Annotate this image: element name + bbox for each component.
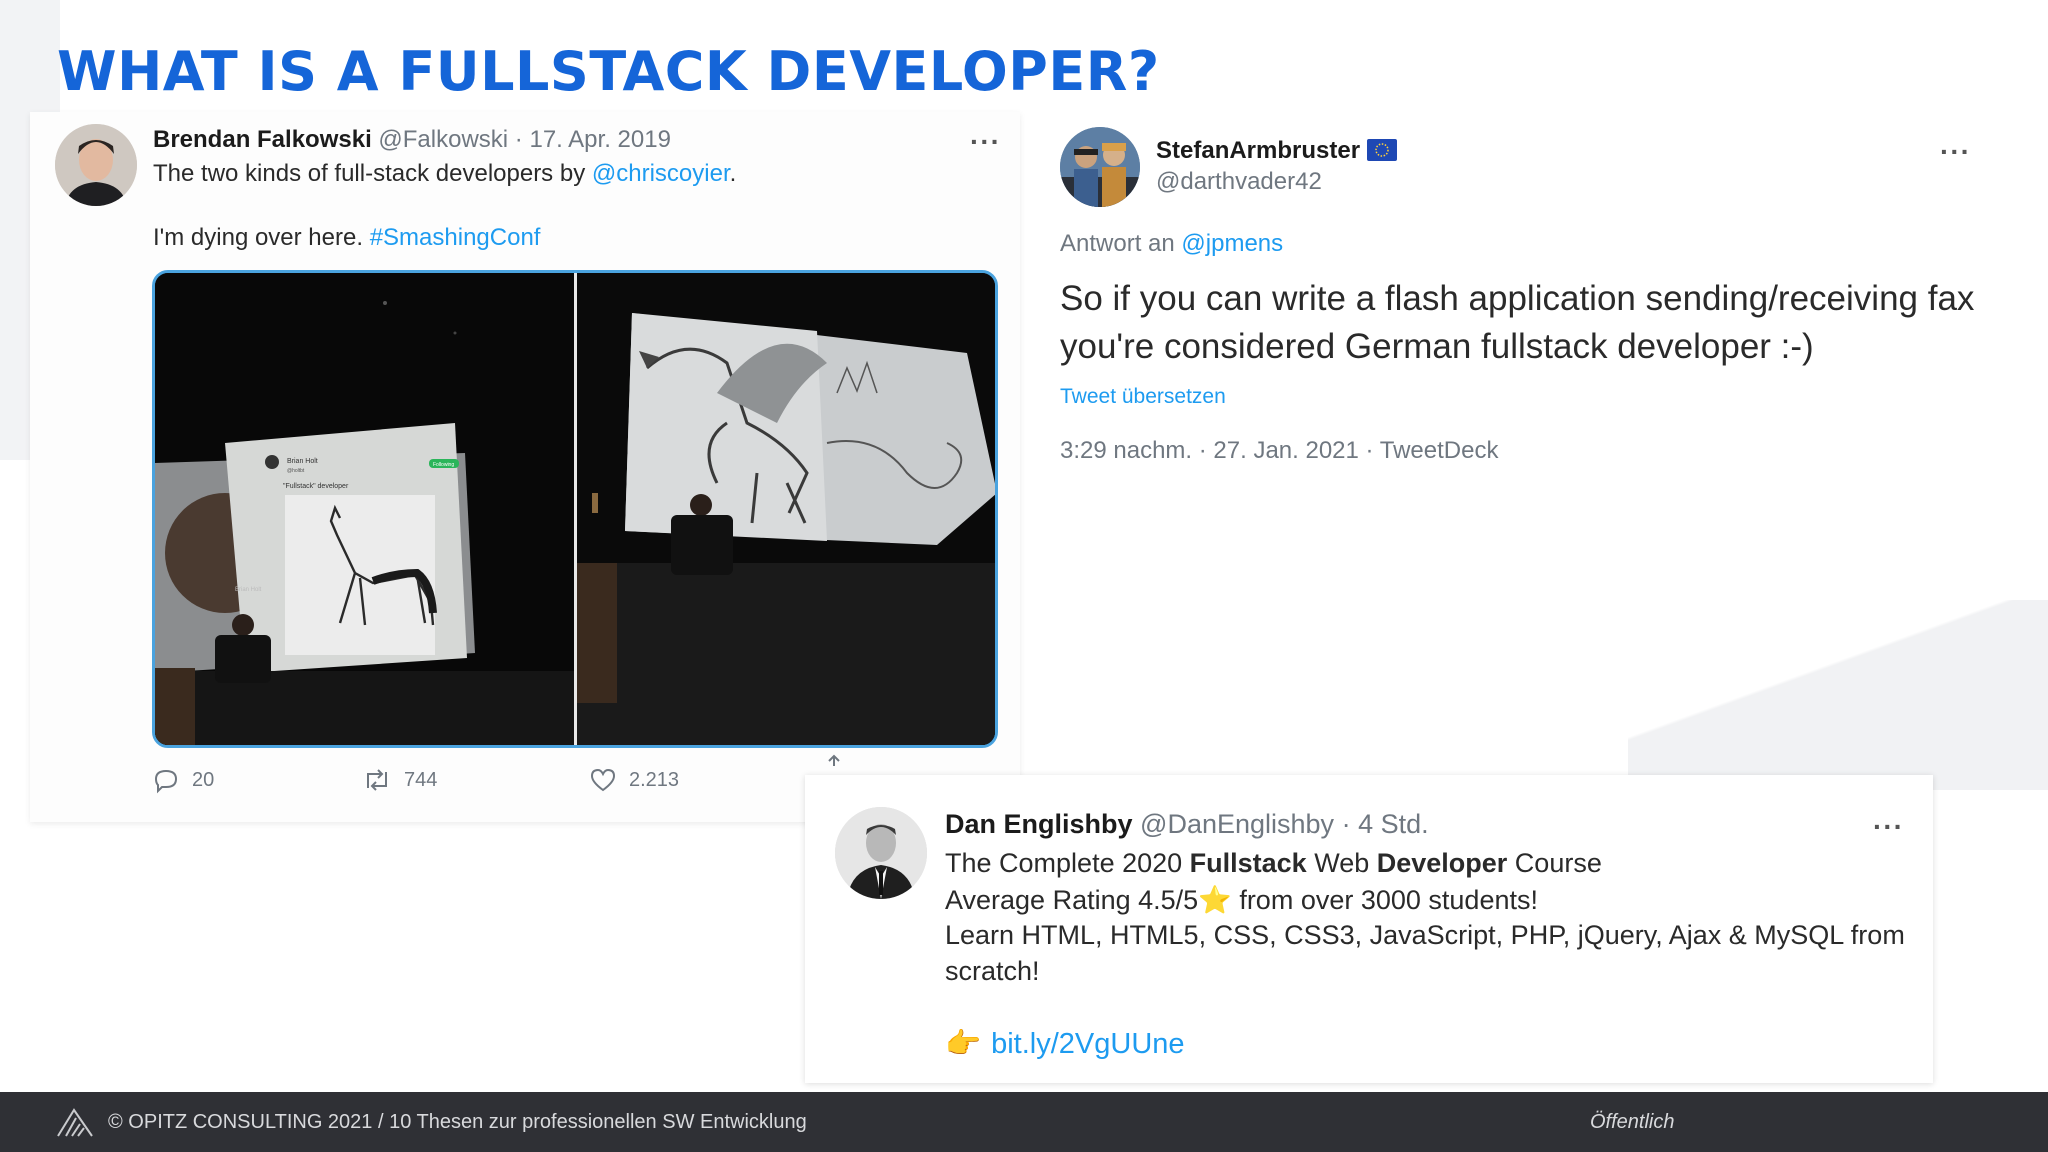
media-photo-dragon[interactable]	[576, 273, 995, 745]
like-count: 2.213	[629, 768, 680, 791]
avatar[interactable]	[55, 124, 137, 206]
tweet-text: The two kinds of full-stack developers b…	[153, 160, 736, 188]
author-name-row: StefanArmbruster	[1156, 137, 1397, 165]
star-icon: ⭐	[1198, 885, 1232, 915]
tweet-text-line2: I'm dying over here.	[153, 224, 370, 251]
line1-part-c: Web	[1306, 848, 1377, 878]
slide-footer: © OPITZ CONSULTING 2021 / 10 Thesen zur …	[0, 1092, 2048, 1152]
translate-tweet-link[interactable]: Tweet übersetzen	[1060, 385, 1226, 409]
separator: ·	[514, 126, 523, 153]
tweet-card-englishby[interactable]: Dan Englishby @DanEnglishby · 4 Std. ···…	[805, 775, 1933, 1083]
avatar[interactable]	[835, 807, 927, 899]
tweet-text-suffix: .	[729, 160, 737, 187]
avatar-portrait-icon	[835, 807, 927, 899]
line2-part-b: from over 3000 students!	[1231, 885, 1538, 915]
author-name[interactable]: Dan Englishby	[945, 809, 1133, 839]
tweet-card-armbruster[interactable]: StefanArmbruster @darthvader42 Antwort a…	[1030, 105, 1990, 485]
author-handle[interactable]: @DanEnglishby	[1140, 809, 1334, 839]
line2-part-a: Average Rating 4.5/5	[945, 885, 1199, 915]
tweet-link-row: 👉 bit.ly/2VgUUne	[945, 1027, 1185, 1061]
reply-icon	[154, 769, 178, 794]
tweet-text-prefix: The two kinds of full-stack developers b…	[153, 160, 592, 187]
avatar-portrait-icon	[55, 124, 137, 206]
avatar-photo-icon	[1060, 127, 1140, 207]
tweet-text-line-1: The Complete 2020 Fullstack Web Develope…	[945, 848, 1602, 879]
tweet-text-line-2: Average Rating 4.5/5⭐ from over 3000 stu…	[945, 884, 1538, 916]
author-name[interactable]: StefanArmbruster	[1156, 137, 1360, 164]
stage-horse-illustration: Brian Holt @holtbt Following "Fullstack"…	[155, 273, 574, 745]
tweet-card-falkowski[interactable]: Brendan Falkowski @Falkowski · 17. Apr. …	[30, 112, 1020, 822]
share-button[interactable]	[824, 754, 844, 768]
stage-dragon-illustration	[576, 273, 995, 745]
eu-flag-icon	[1366, 139, 1397, 161]
tweet-time[interactable]: 4 Std.	[1358, 809, 1429, 839]
tweet-header: Brendan Falkowski @Falkowski · 17. Apr. …	[153, 126, 671, 154]
hashtag-link[interactable]: #SmashingConf	[370, 224, 541, 251]
tweet-text-line-3: Learn HTML, HTML5, CSS, CSS3, JavaScript…	[945, 920, 1905, 950]
more-options-button[interactable]: ···	[1873, 813, 1904, 841]
retweet-icon	[367, 769, 387, 791]
mention-link[interactable]: @chriscoyier	[592, 160, 730, 187]
tweet-actions: 20 744 2.213	[152, 754, 852, 796]
line1-bold-fullstack: Fullstack	[1189, 848, 1307, 878]
pointing-hand-icon: 👉	[945, 1028, 982, 1060]
reply-count: 20	[192, 768, 215, 791]
slide-caption: "Fullstack" developer	[283, 483, 349, 490]
reply-context: Antwort an @jpmens	[1060, 230, 1283, 258]
tweet-text-line-2: I'm dying over here. #SmashingConf	[153, 224, 540, 252]
author-handle[interactable]: @Falkowski	[378, 126, 508, 153]
tweet-date[interactable]: 17. Apr. 2019	[529, 126, 670, 153]
retweet-count: 744	[404, 768, 438, 791]
tweet-text: So if you can write a flash application …	[1060, 279, 1975, 366]
footer-copyright: © OPITZ CONSULTING 2021 / 10 Thesen zur …	[108, 1111, 807, 1133]
separator: ·	[1341, 809, 1351, 839]
line1-part-e: Course	[1507, 848, 1602, 878]
like-button[interactable]: 2.213	[589, 766, 679, 794]
line1-part-a: The Complete 2020	[945, 848, 1190, 878]
author-name[interactable]: Brendan Falkowski	[153, 126, 372, 153]
tweet-text-line-4: scratch!	[945, 956, 1040, 986]
footer-classification: Öffentlich	[1590, 1111, 1675, 1133]
tweet-meta[interactable]: 3:29 nachm. · 27. Jan. 2021 · TweetDeck	[1060, 437, 1498, 465]
more-options-button[interactable]: ···	[1940, 138, 1971, 166]
slide-name: Brian Holt	[287, 458, 318, 465]
reply-button[interactable]: 20	[152, 766, 214, 794]
media-photo-horse[interactable]: Brian Holt @holtbt Following "Fullstack"…	[155, 273, 574, 745]
reply-prefix: Antwort an	[1060, 230, 1182, 257]
line1-bold-developer: Developer	[1376, 848, 1508, 878]
share-icon	[828, 754, 840, 766]
tweet-media[interactable]: Brian Holt @holtbt Following "Fullstack"…	[152, 270, 998, 748]
author-handle[interactable]: @darthvader42	[1156, 168, 1322, 196]
short-link[interactable]: bit.ly/2VgUUne	[991, 1028, 1184, 1061]
reply-mention-link[interactable]: @jpmens	[1181, 230, 1283, 257]
opitz-logo-icon	[57, 1108, 93, 1137]
retweet-button[interactable]: 744	[362, 766, 437, 794]
slide-handle: @holtbt	[287, 468, 305, 474]
heart-icon	[590, 768, 616, 792]
slide-title: WHAT IS A FULLSTACK DEVELOPER?	[57, 40, 1160, 103]
avatar[interactable]	[1060, 127, 1140, 207]
slide-side-label: Brian Holt	[235, 587, 262, 593]
background-shape-right	[1628, 600, 2048, 790]
tweet-header: Dan Englishby @DanEnglishby · 4 Std.	[945, 809, 1429, 840]
more-options-button[interactable]: ···	[970, 128, 1001, 156]
slide-follow-button: Following	[433, 462, 454, 468]
